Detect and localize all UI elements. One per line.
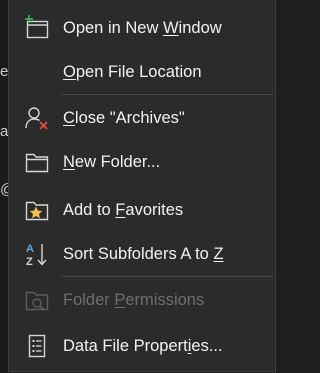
new-window-icon: [23, 14, 51, 42]
menu-item-add-to-favorites[interactable]: Add to Favorites: [9, 188, 275, 232]
menu-item-folder-permissions: Folder Permissions: [9, 278, 275, 322]
menu-item-label: indow: [178, 19, 222, 37]
menu-item-label: pen File Location: [75, 63, 202, 81]
folder-permissions-icon: [23, 286, 51, 314]
menu-item-close-archives[interactable]: Close "Archives": [9, 96, 275, 140]
accelerator-key: W: [162, 19, 179, 37]
properties-icon: [23, 332, 51, 360]
menu-item-label: Open in New: [63, 19, 163, 37]
menu-item-label: Add to: [63, 201, 116, 219]
menu-item-label: es...: [191, 337, 223, 355]
menu-item-sort-subfolders[interactable]: A Z Sort Subfolders A to Z: [9, 232, 275, 276]
menu-item-label: lose "Archives": [74, 109, 185, 127]
menu-item-label: Sort Subfolders A to: [63, 245, 214, 263]
accelerator-key: O: [63, 63, 76, 81]
svg-text:Z: Z: [26, 256, 33, 268]
menu-item-label: Data File Propert: [63, 337, 188, 355]
menu-item-label: ew Folder...: [74, 153, 161, 171]
menu-item-label: avorites: [125, 201, 184, 219]
accelerator-key: Z: [213, 245, 224, 263]
svg-text:A: A: [26, 243, 34, 255]
menu-separator: [61, 276, 273, 277]
menu-item-open-in-new-window[interactable]: Open in New Window: [9, 6, 275, 50]
accelerator-key: N: [63, 153, 75, 171]
menu-item-label: ermissions: [125, 291, 205, 309]
person-remove-icon: [23, 104, 51, 132]
accelerator-key: C: [63, 109, 75, 127]
menu-item-data-file-properties[interactable]: Data File Properties...: [9, 324, 275, 368]
menu-item-label: Folder: [63, 291, 115, 309]
star-folder-icon: [23, 196, 51, 224]
accelerator-key: P: [114, 291, 126, 309]
menu-separator: [61, 94, 273, 95]
menu-item-new-folder[interactable]: New Folder...: [9, 140, 275, 184]
menu-item-open-file-location[interactable]: Open File Location: [9, 50, 275, 94]
context-menu: Open in New Window Open File Location Cl…: [8, 0, 276, 372]
sort-az-icon: A Z: [23, 240, 51, 268]
folder-icon: [23, 148, 51, 176]
accelerator-key: F: [115, 201, 126, 219]
